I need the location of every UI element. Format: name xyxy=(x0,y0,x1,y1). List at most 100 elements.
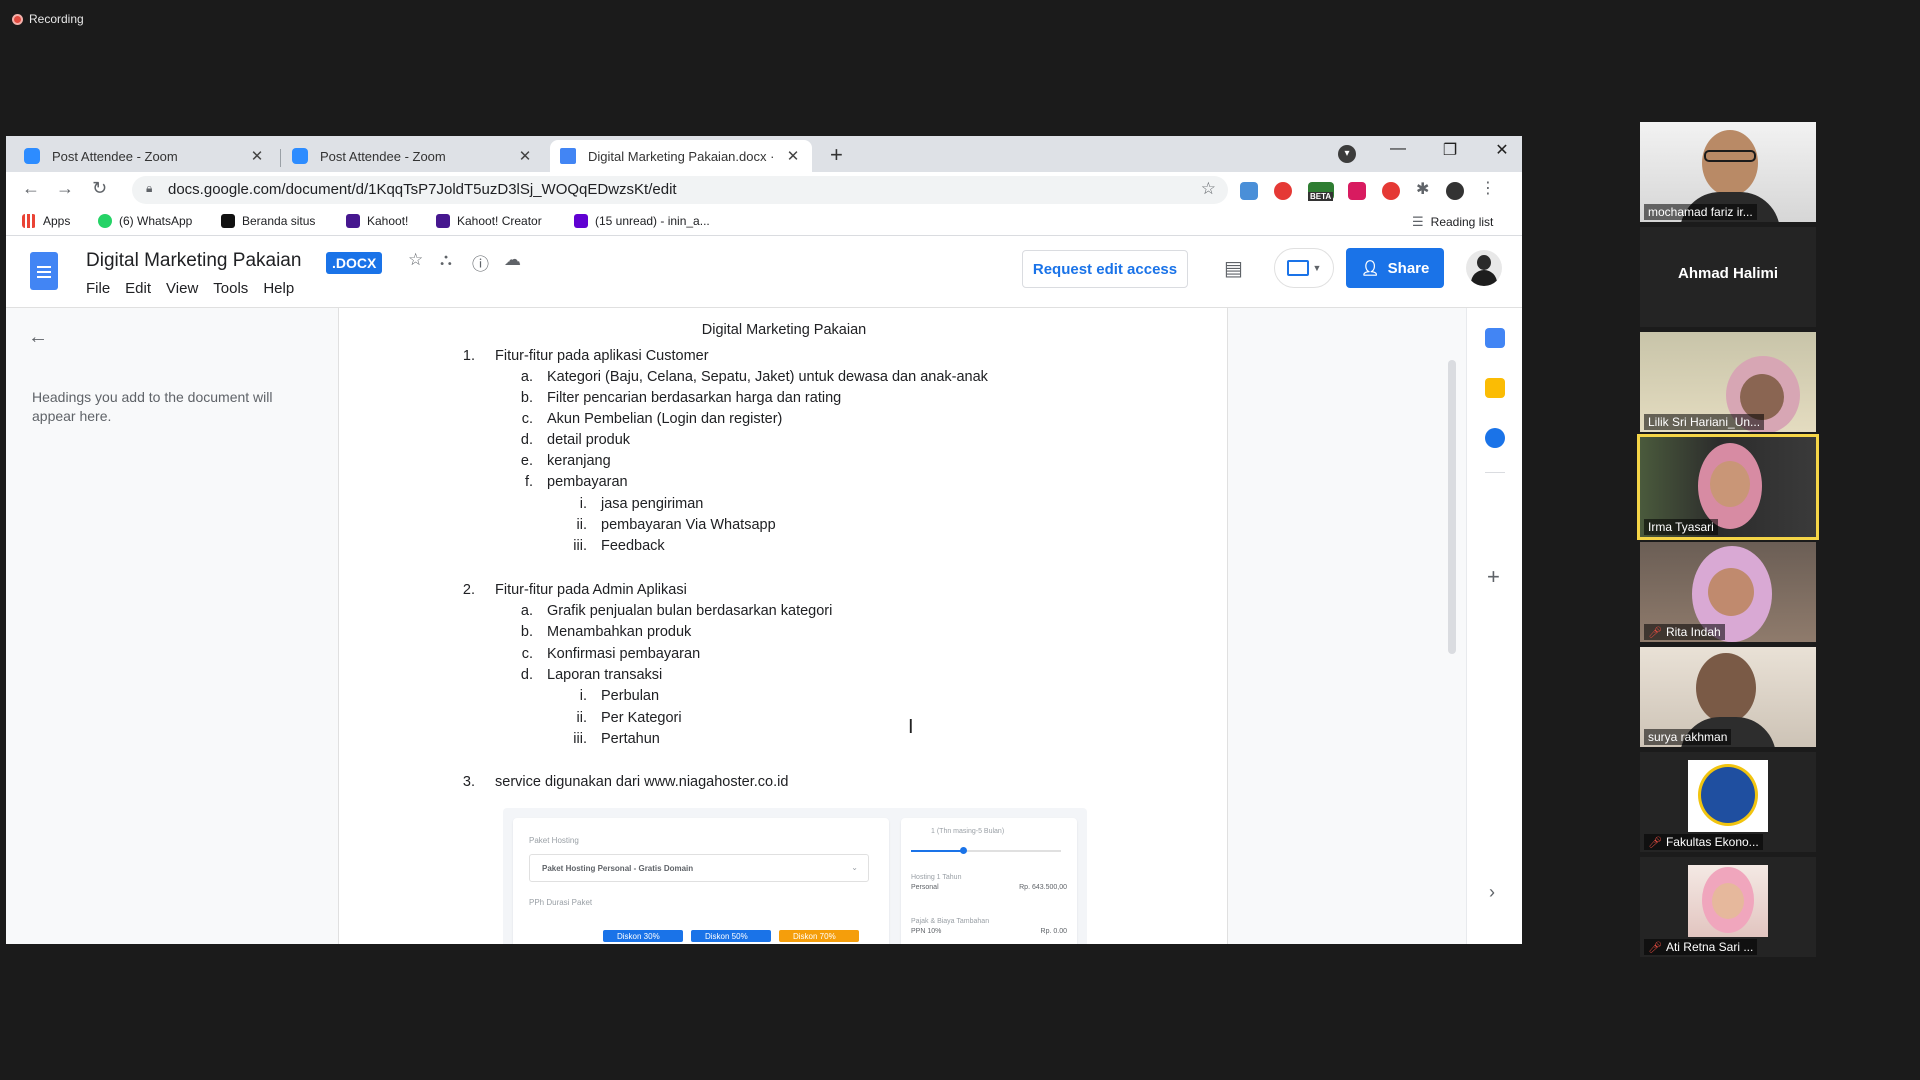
lock-icon: 🔒︎ xyxy=(146,181,153,195)
list-item: Fitur-fitur pada aplikasi Customer xyxy=(495,348,709,364)
bookmark-apps[interactable]: Apps xyxy=(22,214,70,228)
tab-zoom-1[interactable]: Post Attendee - Zoom ✕ xyxy=(14,140,276,172)
docs-header: Digital Marketing Pakaian .DOCX ☆ ⛬ ⓘ ☁︎… xyxy=(6,236,1522,308)
bookmark-beranda[interactable]: Beranda situs xyxy=(221,214,315,228)
emblem-icon xyxy=(1698,764,1758,826)
list-marker: a. xyxy=(520,603,533,619)
close-outline-arrow-icon[interactable]: ← xyxy=(28,326,48,349)
chevron-right-icon[interactable]: › xyxy=(1489,882,1495,903)
image-select-value: Paket Hosting Personal - Gratis Domain xyxy=(542,864,694,873)
docs-body: ← Headings you add to the document will … xyxy=(6,308,1522,944)
mic-muted-icon: 🎤︎ xyxy=(1648,836,1662,849)
menu-file[interactable]: File xyxy=(86,280,110,297)
bookmark-kahoot-creator[interactable]: Kahoot! Creator xyxy=(436,214,542,228)
text-cursor-icon: I xyxy=(908,716,914,738)
menu-tools[interactable]: Tools xyxy=(213,280,248,297)
list-marker: c. xyxy=(521,646,533,662)
menu-help[interactable]: Help xyxy=(263,280,294,297)
more-menu-icon[interactable]: ⋮ xyxy=(1480,178,1498,197)
participant-tile[interactable]: surya rakhman xyxy=(1640,647,1816,747)
minimize-button[interactable]: — xyxy=(1378,140,1418,158)
keep-icon[interactable] xyxy=(1485,378,1505,398)
forward-icon[interactable]: → xyxy=(56,178,74,199)
participant-tile[interactable]: 🎤︎ Ati Retna Sari ... xyxy=(1640,857,1816,957)
info-icon[interactable]: ⓘ xyxy=(472,250,489,275)
tab-divider xyxy=(280,149,281,167)
account-avatar[interactable] xyxy=(1466,250,1502,286)
comments-icon[interactable]: ▤ xyxy=(1224,256,1243,281)
participant-tile[interactable]: mochamad fariz ir... xyxy=(1640,122,1816,222)
image-slider-track xyxy=(911,847,1061,854)
profile-avatar-icon[interactable] xyxy=(1446,182,1464,200)
participant-tile[interactable]: 🎤︎ Fakultas Ekono... xyxy=(1640,752,1816,852)
bookmark-kahoot[interactable]: Kahoot! xyxy=(346,214,408,228)
image-label: PPh Durasi Paket xyxy=(529,898,593,907)
document-page[interactable]: Digital Marketing Pakaian 1. Fitur-fitur… xyxy=(338,308,1228,944)
participant-tile[interactable]: Ahmad Halimi xyxy=(1640,227,1816,327)
reload-icon[interactable]: ↻ xyxy=(92,178,107,199)
list-item: jasa pengiriman xyxy=(601,496,704,512)
tab-zoom-2[interactable]: Post Attendee - Zoom ✕ xyxy=(282,140,544,172)
bookmark-label: (15 unread) - inin_a... xyxy=(595,214,710,228)
tasks-icon[interactable] xyxy=(1485,428,1505,448)
extension-icon[interactable] xyxy=(1274,182,1292,200)
outline-empty-message: Headings you add to the document will ap… xyxy=(32,389,273,424)
list-item: Grafik penjualan bulan berdasarkan kateg… xyxy=(547,603,833,619)
participant-name: Irma Tyasari xyxy=(1644,519,1718,535)
hosting-package-card: Paket Hosting Paket Hosting Personal - G… xyxy=(513,818,889,944)
bookmark-label: (6) WhatsApp xyxy=(119,214,193,228)
tab-strip: Post Attendee - Zoom ✕ Post Attendee - Z… xyxy=(6,136,1522,172)
google-docs-logo-icon[interactable] xyxy=(30,252,58,290)
share-button[interactable]: 👤︎ Share xyxy=(1346,248,1444,288)
extension-icon[interactable] xyxy=(1382,182,1400,200)
back-icon[interactable]: ← xyxy=(22,178,40,199)
participant-tile[interactable]: 🎤︎ Rita Indah xyxy=(1640,542,1816,642)
cloud-status-icon[interactable]: ☁︎ xyxy=(504,250,521,270)
browser-toolbar: ← → ↻ 🔒︎ docs.google.com/document/d/1Kqq… xyxy=(6,172,1522,208)
star-icon[interactable]: ☆ xyxy=(408,250,423,270)
request-edit-access-button[interactable]: Request edit access xyxy=(1022,250,1188,288)
participant-tile-speaking[interactable]: Irma Tyasari xyxy=(1637,434,1819,540)
bookmarks-bar: Apps (6) WhatsApp Beranda situs Kahoot! … xyxy=(6,208,1522,236)
mic-muted-icon: 🎤︎ xyxy=(1648,941,1662,954)
tab-search-icon[interactable]: ▾ xyxy=(1338,145,1356,163)
bookmark-whatsapp[interactable]: (6) WhatsApp xyxy=(98,214,192,228)
add-addon-icon[interactable]: + xyxy=(1487,564,1500,590)
present-button[interactable]: ▼ xyxy=(1274,248,1334,288)
rail-divider xyxy=(1485,472,1505,473)
list-marker: iii. xyxy=(573,538,587,554)
bookmark-star-icon[interactable]: ☆ xyxy=(1201,179,1216,199)
url-text[interactable]: docs.google.com/document/d/1KqqTsP7JoldT… xyxy=(168,181,677,198)
extensions-puzzle-icon[interactable]: ✱ xyxy=(1416,179,1434,198)
calendar-icon[interactable] xyxy=(1485,328,1505,348)
beta-extension-icon[interactable]: BETA xyxy=(1308,182,1334,201)
extension-icon[interactable] xyxy=(1348,182,1366,200)
kahoot-icon xyxy=(436,214,450,228)
menu-view[interactable]: View xyxy=(166,280,198,297)
close-window-button[interactable]: ✕ xyxy=(1482,140,1522,160)
recording-indicator: Recording xyxy=(12,12,84,26)
list-item: Perbulan xyxy=(601,688,660,704)
address-bar[interactable]: 🔒︎ docs.google.com/document/d/1KqqTsP7Jo… xyxy=(132,176,1228,204)
participant-photo xyxy=(1688,865,1768,937)
new-tab-button[interactable]: + xyxy=(830,142,843,168)
share-label: Share xyxy=(1387,259,1430,277)
menu-edit[interactable]: Edit xyxy=(125,280,151,297)
close-tab-icon[interactable]: ✕ xyxy=(784,147,802,165)
document-title[interactable]: Digital Marketing Pakaian xyxy=(86,250,301,272)
document-scrollbar[interactable] xyxy=(1448,360,1456,654)
close-tab-icon[interactable]: ✕ xyxy=(248,147,266,165)
participant-tile[interactable]: Lilik Sri Hariani_Un... xyxy=(1640,332,1816,432)
image-slider-thumb xyxy=(960,847,967,854)
list-marker: ii. xyxy=(576,710,587,726)
extension-icon[interactable] xyxy=(1240,182,1258,200)
tab-google-docs[interactable]: Digital Marketing Pakaian.docx · ✕ xyxy=(550,140,812,172)
close-tab-icon[interactable]: ✕ xyxy=(516,147,534,165)
embedded-screenshot-image[interactable]: Paket Hosting Paket Hosting Personal - G… xyxy=(503,808,1087,944)
move-to-drive-icon[interactable]: ⛬ xyxy=(440,250,452,270)
bookmark-yahoo-mail[interactable]: (15 unread) - inin_a... xyxy=(574,214,710,228)
image-button-label: Diskon 50% xyxy=(705,932,748,941)
list-marker: f. xyxy=(524,474,533,490)
restore-button[interactable]: ❐ xyxy=(1430,140,1470,160)
reading-list-button[interactable]: ☰ Reading list xyxy=(1412,214,1493,230)
